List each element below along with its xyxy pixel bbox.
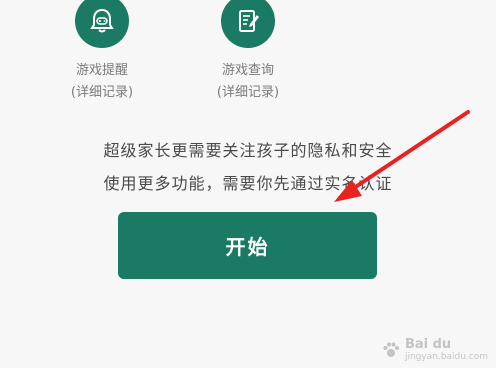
feature-title: 游戏查询 xyxy=(221,63,274,78)
feature-title: 游戏提醒 xyxy=(75,63,128,78)
feature-game-query[interactable]: 游戏查询 (详细记录) xyxy=(188,0,308,104)
message-line-2: 使用更多功能，需要你先通过实名认证 xyxy=(103,174,393,193)
gamepad-bell-icon xyxy=(75,0,129,48)
notepad-edit-icon xyxy=(221,0,275,48)
verification-message: 超级家长更需要关注孩子的隐私和安全 使用更多功能，需要你先通过实名认证 xyxy=(0,134,496,200)
paw-logo-icon xyxy=(383,342,399,357)
watermark-subtext: jingyan.baidu.com xyxy=(404,352,488,362)
watermark-text: Bai du xyxy=(404,337,452,352)
start-button[interactable]: 开始 xyxy=(118,212,377,279)
feature-subtitle: (详细记录) xyxy=(216,85,280,100)
app-screen: 游戏提醒 (详细记录) 游戏查询 (详细记录) 超级家长更需要关注孩子的隐私和安… xyxy=(0,0,496,368)
feature-subtitle: (详细记录) xyxy=(70,85,134,100)
watermark: Bai du jingyan.baidu.com xyxy=(381,337,488,362)
feature-game-reminder[interactable]: 游戏提醒 (详细记录) xyxy=(42,0,162,104)
message-line-1: 超级家长更需要关注孩子的隐私和安全 xyxy=(103,141,393,160)
